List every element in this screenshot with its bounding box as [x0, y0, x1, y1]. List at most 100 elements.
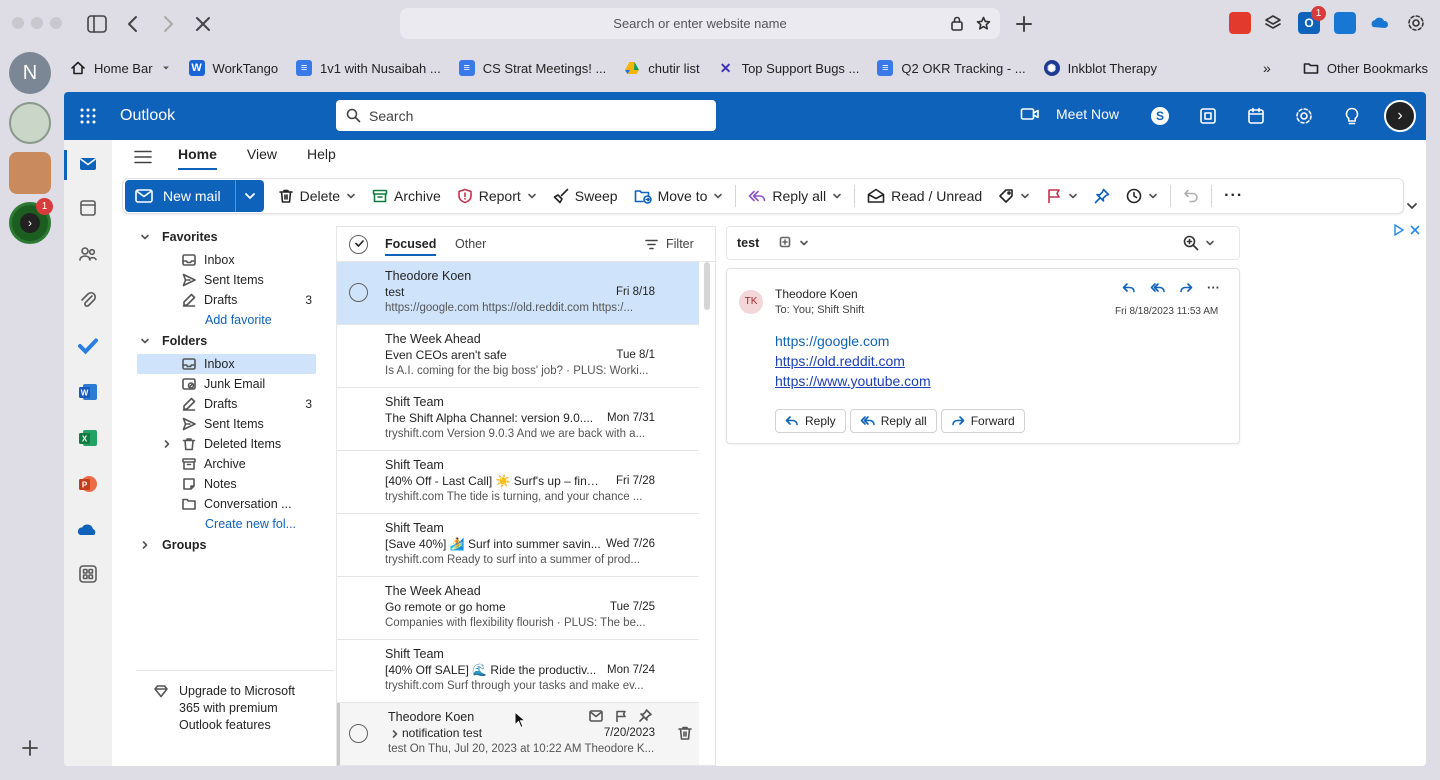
flag-icon[interactable]: [615, 710, 627, 722]
sender-avatar[interactable]: TK: [739, 290, 763, 314]
categorize-button[interactable]: [990, 180, 1038, 212]
tab-home[interactable]: Home: [178, 144, 217, 170]
tab-other[interactable]: Other: [455, 237, 486, 251]
reply-all-icon[interactable]: [1150, 281, 1165, 295]
snooze-button[interactable]: [1118, 180, 1166, 212]
contact-avatar[interactable]: [9, 102, 51, 144]
new-mail-dropdown-chevron-icon[interactable]: [236, 190, 264, 202]
reply-all-button[interactable]: Reply all: [740, 180, 850, 212]
onedrive-extension-icon[interactable]: [1369, 12, 1391, 34]
groups-header[interactable]: Groups: [142, 535, 342, 555]
new-tab-icon[interactable]: [1011, 11, 1037, 37]
sender-name[interactable]: Theodore Koen: [775, 287, 858, 301]
mail-icon[interactable]: [76, 152, 100, 176]
meet-now-button[interactable]: Meet Now: [1020, 106, 1119, 122]
calendar-icon[interactable]: [76, 196, 100, 220]
sensitivity-dropdown[interactable]: [779, 236, 809, 250]
profile-avatar[interactable]: N: [9, 52, 51, 94]
filter-button[interactable]: Filter: [645, 237, 694, 251]
tab-help[interactable]: Help: [307, 144, 336, 170]
body-link-reddit[interactable]: https://old.reddit.com: [775, 353, 905, 369]
forward-button[interactable]: Forward: [940, 409, 1025, 433]
bookmark-home-bar[interactable]: Home Bar: [64, 56, 177, 80]
todoist-extension-icon[interactable]: [1229, 12, 1251, 34]
more-options-button[interactable]: ···: [1216, 180, 1251, 212]
reply-icon[interactable]: [1122, 281, 1136, 295]
search-input[interactable]: Search: [336, 100, 716, 131]
favorite-sent-items[interactable]: Sent Items: [182, 270, 312, 290]
ad-choices[interactable]: [1394, 224, 1420, 236]
forward-icon[interactable]: [155, 11, 181, 37]
bookmark-q2-okr[interactable]: ≡ Q2 OKR Tracking - ...: [871, 56, 1031, 80]
sweep-button[interactable]: Sweep: [545, 180, 626, 212]
grid-extension-icon[interactable]: [1334, 12, 1356, 34]
chevron-right-icon[interactable]: [162, 439, 172, 449]
space-thumbnail[interactable]: [9, 152, 51, 194]
list-item[interactable]: The Week Ahead Go remote or go home Tue …: [337, 577, 699, 640]
message-select-radio[interactable]: [349, 724, 368, 743]
people-icon[interactable]: [76, 242, 100, 266]
bookmark-chutir-list[interactable]: chutir list: [618, 56, 705, 80]
undo-button[interactable]: [1175, 180, 1207, 212]
forward-icon[interactable]: [1179, 281, 1193, 295]
office-icon[interactable]: [1198, 106, 1218, 126]
pin-button[interactable]: [1086, 180, 1118, 212]
flag-button[interactable]: [1038, 180, 1086, 212]
list-item[interactable]: The Week Ahead Even CEOs aren't safe Tue…: [337, 325, 699, 388]
maximize-window-button[interactable]: [50, 17, 62, 29]
folder-conversation-history[interactable]: Conversation ...: [182, 494, 312, 514]
bookmarks-overflow-button[interactable]: »: [1257, 56, 1277, 80]
move-to-button[interactable]: Move to: [626, 180, 732, 212]
reply-all-button[interactable]: Reply all: [849, 409, 937, 433]
skype-icon[interactable]: S: [1151, 107, 1169, 125]
list-scrollbar[interactable]: [704, 262, 710, 310]
favorite-inbox[interactable]: Inbox: [182, 250, 312, 270]
delete-trash-icon[interactable]: [677, 725, 693, 741]
more-actions-icon[interactable]: ···: [1207, 280, 1220, 295]
upgrade-promo[interactable]: Upgrade to Microsoft 365 with premium Ou…: [179, 683, 309, 734]
stop-loading-icon[interactable]: [190, 11, 216, 37]
todo-check-icon[interactable]: [76, 334, 100, 358]
mark-read-icon[interactable]: [589, 710, 603, 722]
report-button[interactable]: Report: [449, 180, 545, 212]
list-item[interactable]: Shift Team [40% Off SALE] 🌊 Ride the pro…: [337, 640, 699, 703]
folders-header[interactable]: Folders: [141, 331, 342, 351]
message-select-radio[interactable]: [349, 283, 368, 302]
hamburger-menu-icon[interactable]: [134, 150, 152, 164]
folder-inbox[interactable]: Inbox: [182, 354, 312, 374]
bookmark-top-support-bugs[interactable]: ✕ Top Support Bugs ...: [712, 56, 866, 80]
word-icon[interactable]: W: [76, 380, 100, 404]
zoom-dropdown[interactable]: [1183, 235, 1215, 251]
folder-archive[interactable]: Archive: [182, 454, 312, 474]
sidebar-toggle-icon[interactable]: [84, 11, 110, 37]
tab-view[interactable]: View: [247, 144, 277, 170]
list-item[interactable]: Shift Team [40% Off - Last Call] ☀️ Surf…: [337, 451, 699, 514]
back-icon[interactable]: [120, 11, 146, 37]
new-mail-button[interactable]: New mail: [125, 180, 264, 212]
pin-icon[interactable]: [639, 709, 652, 722]
favorites-header[interactable]: Favorites: [141, 227, 342, 247]
expand-thread-chevron-icon[interactable]: [390, 729, 400, 739]
other-bookmarks[interactable]: Other Bookmarks: [1297, 56, 1434, 80]
body-link-youtube[interactable]: https://www.youtube.com: [775, 373, 931, 389]
list-item-selected[interactable]: Theodore Koen test Fri 8/18 https://goog…: [337, 262, 699, 325]
my-day-icon[interactable]: [1246, 106, 1266, 126]
list-item[interactable]: Shift Team [Save 40%] 🏄 Surf into summer…: [337, 514, 699, 577]
body-link-google[interactable]: https://google.com: [775, 333, 889, 349]
minimize-window-button[interactable]: [31, 17, 43, 29]
excel-icon[interactable]: X: [76, 426, 100, 450]
layers-extension-icon[interactable]: [1262, 12, 1284, 34]
tips-lightbulb-icon[interactable]: [1342, 106, 1362, 126]
account-avatar[interactable]: ›: [1384, 100, 1416, 132]
address-bar[interactable]: Search or enter website name: [400, 8, 1000, 39]
tab-focused[interactable]: Focused: [385, 237, 437, 256]
folder-sent-items[interactable]: Sent Items: [182, 414, 312, 434]
folder-deleted-items[interactable]: Deleted Items: [164, 434, 312, 454]
list-item[interactable]: Shift Team The Shift Alpha Channel: vers…: [337, 388, 699, 451]
attachment-icon[interactable]: [76, 288, 100, 312]
app-launcher-icon[interactable]: [80, 108, 96, 124]
folder-notes[interactable]: Notes: [182, 474, 312, 494]
more-apps-icon[interactable]: [76, 562, 100, 586]
delete-button[interactable]: Delete: [270, 180, 364, 212]
onedrive-icon[interactable]: [76, 518, 100, 542]
